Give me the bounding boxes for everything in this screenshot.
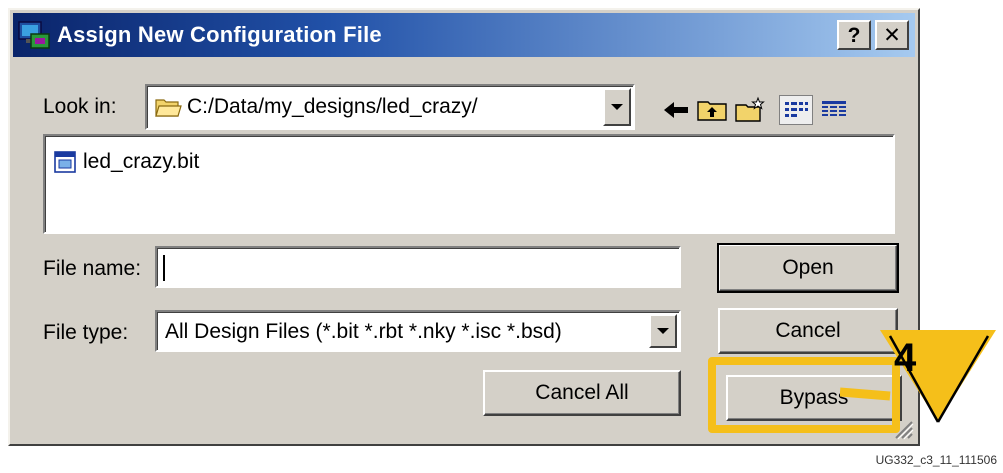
file-name-input[interactable] — [163, 254, 667, 282]
list-view-icon[interactable] — [779, 95, 813, 125]
window-title: Assign New Configuration File — [57, 22, 382, 47]
new-folder-icon[interactable] — [734, 96, 766, 124]
close-button[interactable]: ✕ — [875, 20, 909, 50]
text-caret — [163, 255, 165, 281]
cancel-all-button[interactable]: Cancel All — [483, 370, 681, 416]
look-in-value: C:/Data/my_designs/led_crazy/ — [187, 95, 478, 118]
look-in-dropdown-button[interactable] — [603, 88, 631, 126]
look-in-label: Look in: — [43, 95, 117, 118]
look-in-combo[interactable]: C:/Data/my_designs/led_crazy/ — [145, 84, 635, 130]
file-type-dropdown-button[interactable] — [649, 314, 677, 348]
back-arrow-icon[interactable] — [660, 96, 692, 124]
file-type-combo[interactable]: All Design Files (*.bit *.rbt *.nky *.is… — [155, 310, 681, 352]
help-button[interactable]: ? — [837, 20, 871, 50]
step-callout-triangle — [840, 330, 996, 423]
file-list[interactable]: led_crazy.bit — [43, 134, 895, 234]
file-name-field[interactable] — [155, 246, 681, 288]
list-item[interactable]: led_crazy.bit — [53, 148, 199, 176]
details-view-icon[interactable] — [818, 96, 850, 124]
figure-caption: UG332_c3_11_111506 — [875, 453, 997, 467]
app-icon — [18, 21, 50, 49]
file-type-label: File type: — [43, 321, 129, 344]
up-folder-icon[interactable] — [696, 96, 728, 124]
step-number: 4 — [894, 336, 917, 380]
bitstream-file-icon — [54, 151, 76, 173]
title-bar[interactable]: Assign New Configuration File ? ✕ — [13, 13, 915, 57]
file-name-text: led_crazy.bit — [83, 150, 200, 173]
open-button[interactable]: Open — [717, 243, 899, 293]
file-name-label: File name: — [43, 257, 142, 280]
file-type-value: All Design Files (*.bit *.rbt *.nky *.is… — [165, 320, 562, 343]
folder-open-icon — [155, 99, 182, 117]
